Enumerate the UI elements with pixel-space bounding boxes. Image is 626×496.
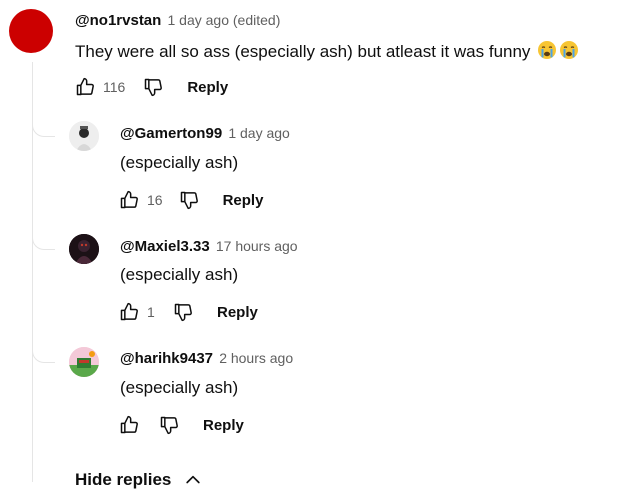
chevron-up-icon (186, 475, 201, 484)
comment-header: @harihk9437 2 hours ago (120, 350, 293, 367)
like-icon[interactable] (117, 413, 141, 437)
reply-button[interactable]: Reply (187, 79, 228, 96)
hide-replies-label: Hide replies (75, 470, 172, 489)
comment-text: (especially ash) (120, 378, 239, 397)
dislike-icon[interactable] (141, 75, 165, 99)
comment-header: @no1rvstan 1 day ago (edited) (75, 12, 280, 29)
comment-header: @Maxiel3.33 17 hours ago (120, 238, 298, 255)
author-name[interactable]: @harihk9437 (120, 350, 213, 367)
reply-button[interactable]: Reply (223, 192, 264, 209)
timestamp[interactable]: 1 day ago (edited) (168, 12, 281, 28)
dislike-icon[interactable] (157, 413, 181, 437)
comment-text: (especially ash) (120, 153, 239, 172)
avatar[interactable] (69, 121, 99, 151)
crying-face-emoji (538, 41, 557, 59)
comment-actions: Reply (117, 413, 244, 437)
reply-button[interactable]: Reply (217, 304, 258, 321)
avatar[interactable] (69, 347, 99, 377)
timestamp[interactable]: 2 hours ago (219, 350, 293, 366)
like-count: 1 (147, 304, 155, 320)
timestamp[interactable]: 17 hours ago (216, 238, 298, 254)
reply-thread-branch (32, 344, 55, 363)
comment-text: They were all so ass (especially ash) bu… (75, 40, 579, 62)
avatar[interactable] (9, 9, 53, 53)
like-icon[interactable] (117, 300, 141, 324)
crying-face-emoji (560, 41, 579, 59)
author-name[interactable]: @no1rvstan (75, 12, 161, 29)
comment-actions: 1 Reply (117, 300, 258, 324)
reply-thread-branch (32, 118, 55, 137)
comment-actions: 116 Reply (73, 75, 228, 99)
dislike-icon[interactable] (177, 188, 201, 212)
author-name[interactable]: @Gamerton99 (120, 125, 222, 142)
like-icon[interactable] (117, 188, 141, 212)
comment-actions: 16 Reply (117, 188, 263, 212)
hide-replies-button[interactable]: Hide replies (75, 470, 203, 490)
timestamp[interactable]: 1 day ago (228, 125, 290, 141)
dislike-icon[interactable] (171, 300, 195, 324)
reply-button[interactable]: Reply (203, 417, 244, 434)
like-icon[interactable] (73, 75, 97, 99)
like-count: 116 (103, 79, 126, 95)
comment-body: They were all so ass (especially ash) bu… (75, 42, 531, 61)
reply-thread-branch (32, 231, 55, 250)
comment-text: (especially ash) (120, 265, 239, 284)
author-name[interactable]: @Maxiel3.33 (120, 238, 210, 255)
like-count: 16 (147, 192, 163, 208)
comment-header: @Gamerton99 1 day ago (120, 125, 290, 142)
avatar[interactable] (69, 234, 99, 264)
